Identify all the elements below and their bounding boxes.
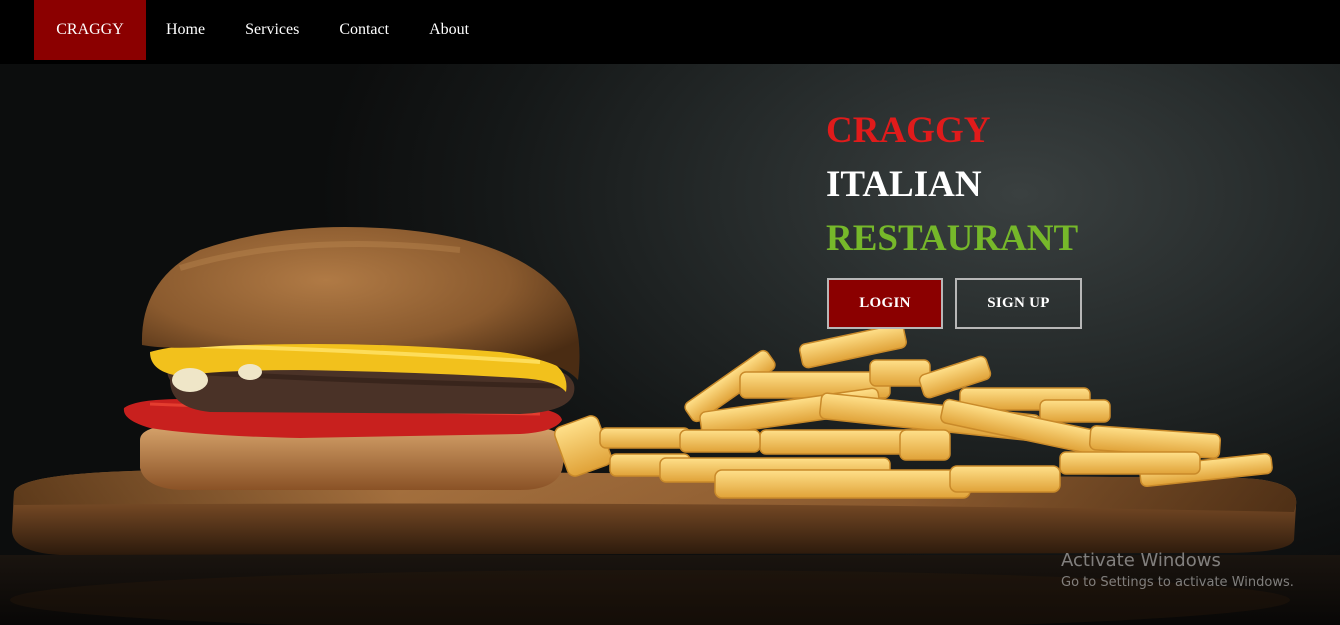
signup-button[interactable]: SIGN UP — [955, 278, 1082, 329]
nav-link-home[interactable]: Home — [166, 21, 205, 39]
nav-link-services[interactable]: Services — [245, 21, 299, 39]
headline-line-1: CRAGGY — [826, 110, 991, 151]
nav-links: Home Services Contact About — [166, 0, 509, 60]
login-button[interactable]: LOGIN — [827, 278, 943, 329]
watermark-subtitle: Go to Settings to activate Windows. — [1061, 575, 1294, 590]
nav-link-about[interactable]: About — [429, 21, 469, 39]
activation-watermark: Activate Windows Go to Settings to activ… — [1061, 549, 1294, 593]
burger-fries-photo — [0, 226, 1340, 625]
brand-logo[interactable]: CRAGGY — [34, 0, 146, 60]
hero-headline: CRAGGY ITALIAN RESTAURANT — [826, 104, 1078, 266]
watermark-title: Activate Windows — [1061, 550, 1221, 571]
hero-section: CRAGGY ITALIAN RESTAURANT LOGIN SIGN UP … — [0, 64, 1340, 625]
navbar: CRAGGY Home Services Contact About — [0, 0, 1340, 64]
auth-buttons: LOGIN SIGN UP — [827, 278, 1082, 329]
headline-line-3: RESTAURANT — [826, 218, 1079, 259]
headline-line-2: ITALIAN — [826, 164, 982, 205]
nav-link-contact[interactable]: Contact — [339, 21, 389, 39]
